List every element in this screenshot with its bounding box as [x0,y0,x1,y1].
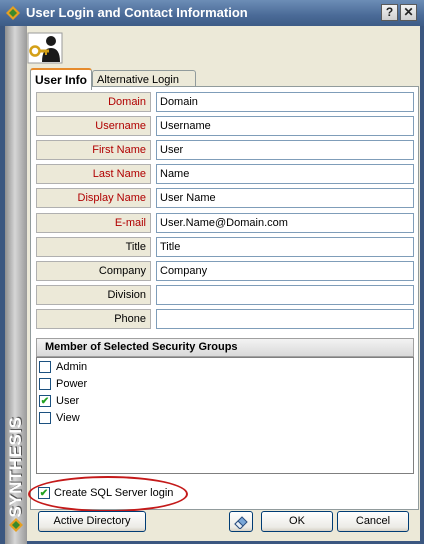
first-name-label: First Name [36,140,151,160]
tab-user-info[interactable]: User Info [30,68,92,90]
brand-sidebar: SYNTHESIS [5,26,27,544]
last-name-label: Last Name [36,164,151,184]
first-name-field[interactable]: User [156,140,414,160]
synthesis-logo-icon [6,6,20,20]
window-frame-right [420,26,424,544]
admin-label: Admin [56,361,88,373]
domain-field[interactable]: Domain [156,92,414,112]
domain-label: Domain [36,92,151,112]
view-label: View [56,412,80,424]
view-checkbox[interactable] [39,412,51,424]
window-title: User Login and Contact Information [26,5,248,20]
eraser-icon [234,516,248,530]
user-key-icon [27,32,63,64]
synthesis-logo-icon [9,518,23,532]
power-label: Power [56,378,88,390]
active-directory-button[interactable]: Active Directory [38,511,146,532]
display-name-label: Display Name [36,188,151,208]
ok-button[interactable]: OK [261,511,333,532]
user-label: User [56,395,80,407]
sql-login-label: Create SQL Server login [54,487,174,499]
phone-label: Phone [36,309,151,329]
title-field[interactable]: Title [156,237,414,257]
division-field[interactable] [156,285,414,305]
title-bar: User Login and Contact Information ? ✕ [0,0,424,26]
company-field[interactable]: Company [156,261,414,281]
phone-field[interactable] [156,309,414,329]
security-groups-list: Admin Power ✔ User View [36,357,414,474]
email-field[interactable]: User.Name@Domain.com [156,213,414,233]
user-checkbox[interactable]: ✔ [39,395,51,407]
username-label: Username [36,116,151,136]
sql-login-checkbox[interactable]: ✔ [38,487,50,499]
division-label: Division [36,285,151,305]
security-groups-header: Member of Selected Security Groups [36,338,414,357]
title-label: Title [36,237,151,257]
help-button[interactable]: ? [381,4,398,21]
brand-text: SYNTHESIS [6,416,25,518]
cancel-button[interactable]: Cancel [337,511,409,532]
admin-checkbox[interactable] [39,361,51,373]
power-checkbox[interactable] [39,378,51,390]
username-field[interactable]: Username [156,116,414,136]
eraser-button[interactable] [229,511,253,532]
display-name-field[interactable]: User Name [156,188,414,208]
company-label: Company [36,261,151,281]
email-label: E-mail [36,213,151,233]
last-name-field[interactable]: Name [156,164,414,184]
close-button[interactable]: ✕ [400,4,417,21]
